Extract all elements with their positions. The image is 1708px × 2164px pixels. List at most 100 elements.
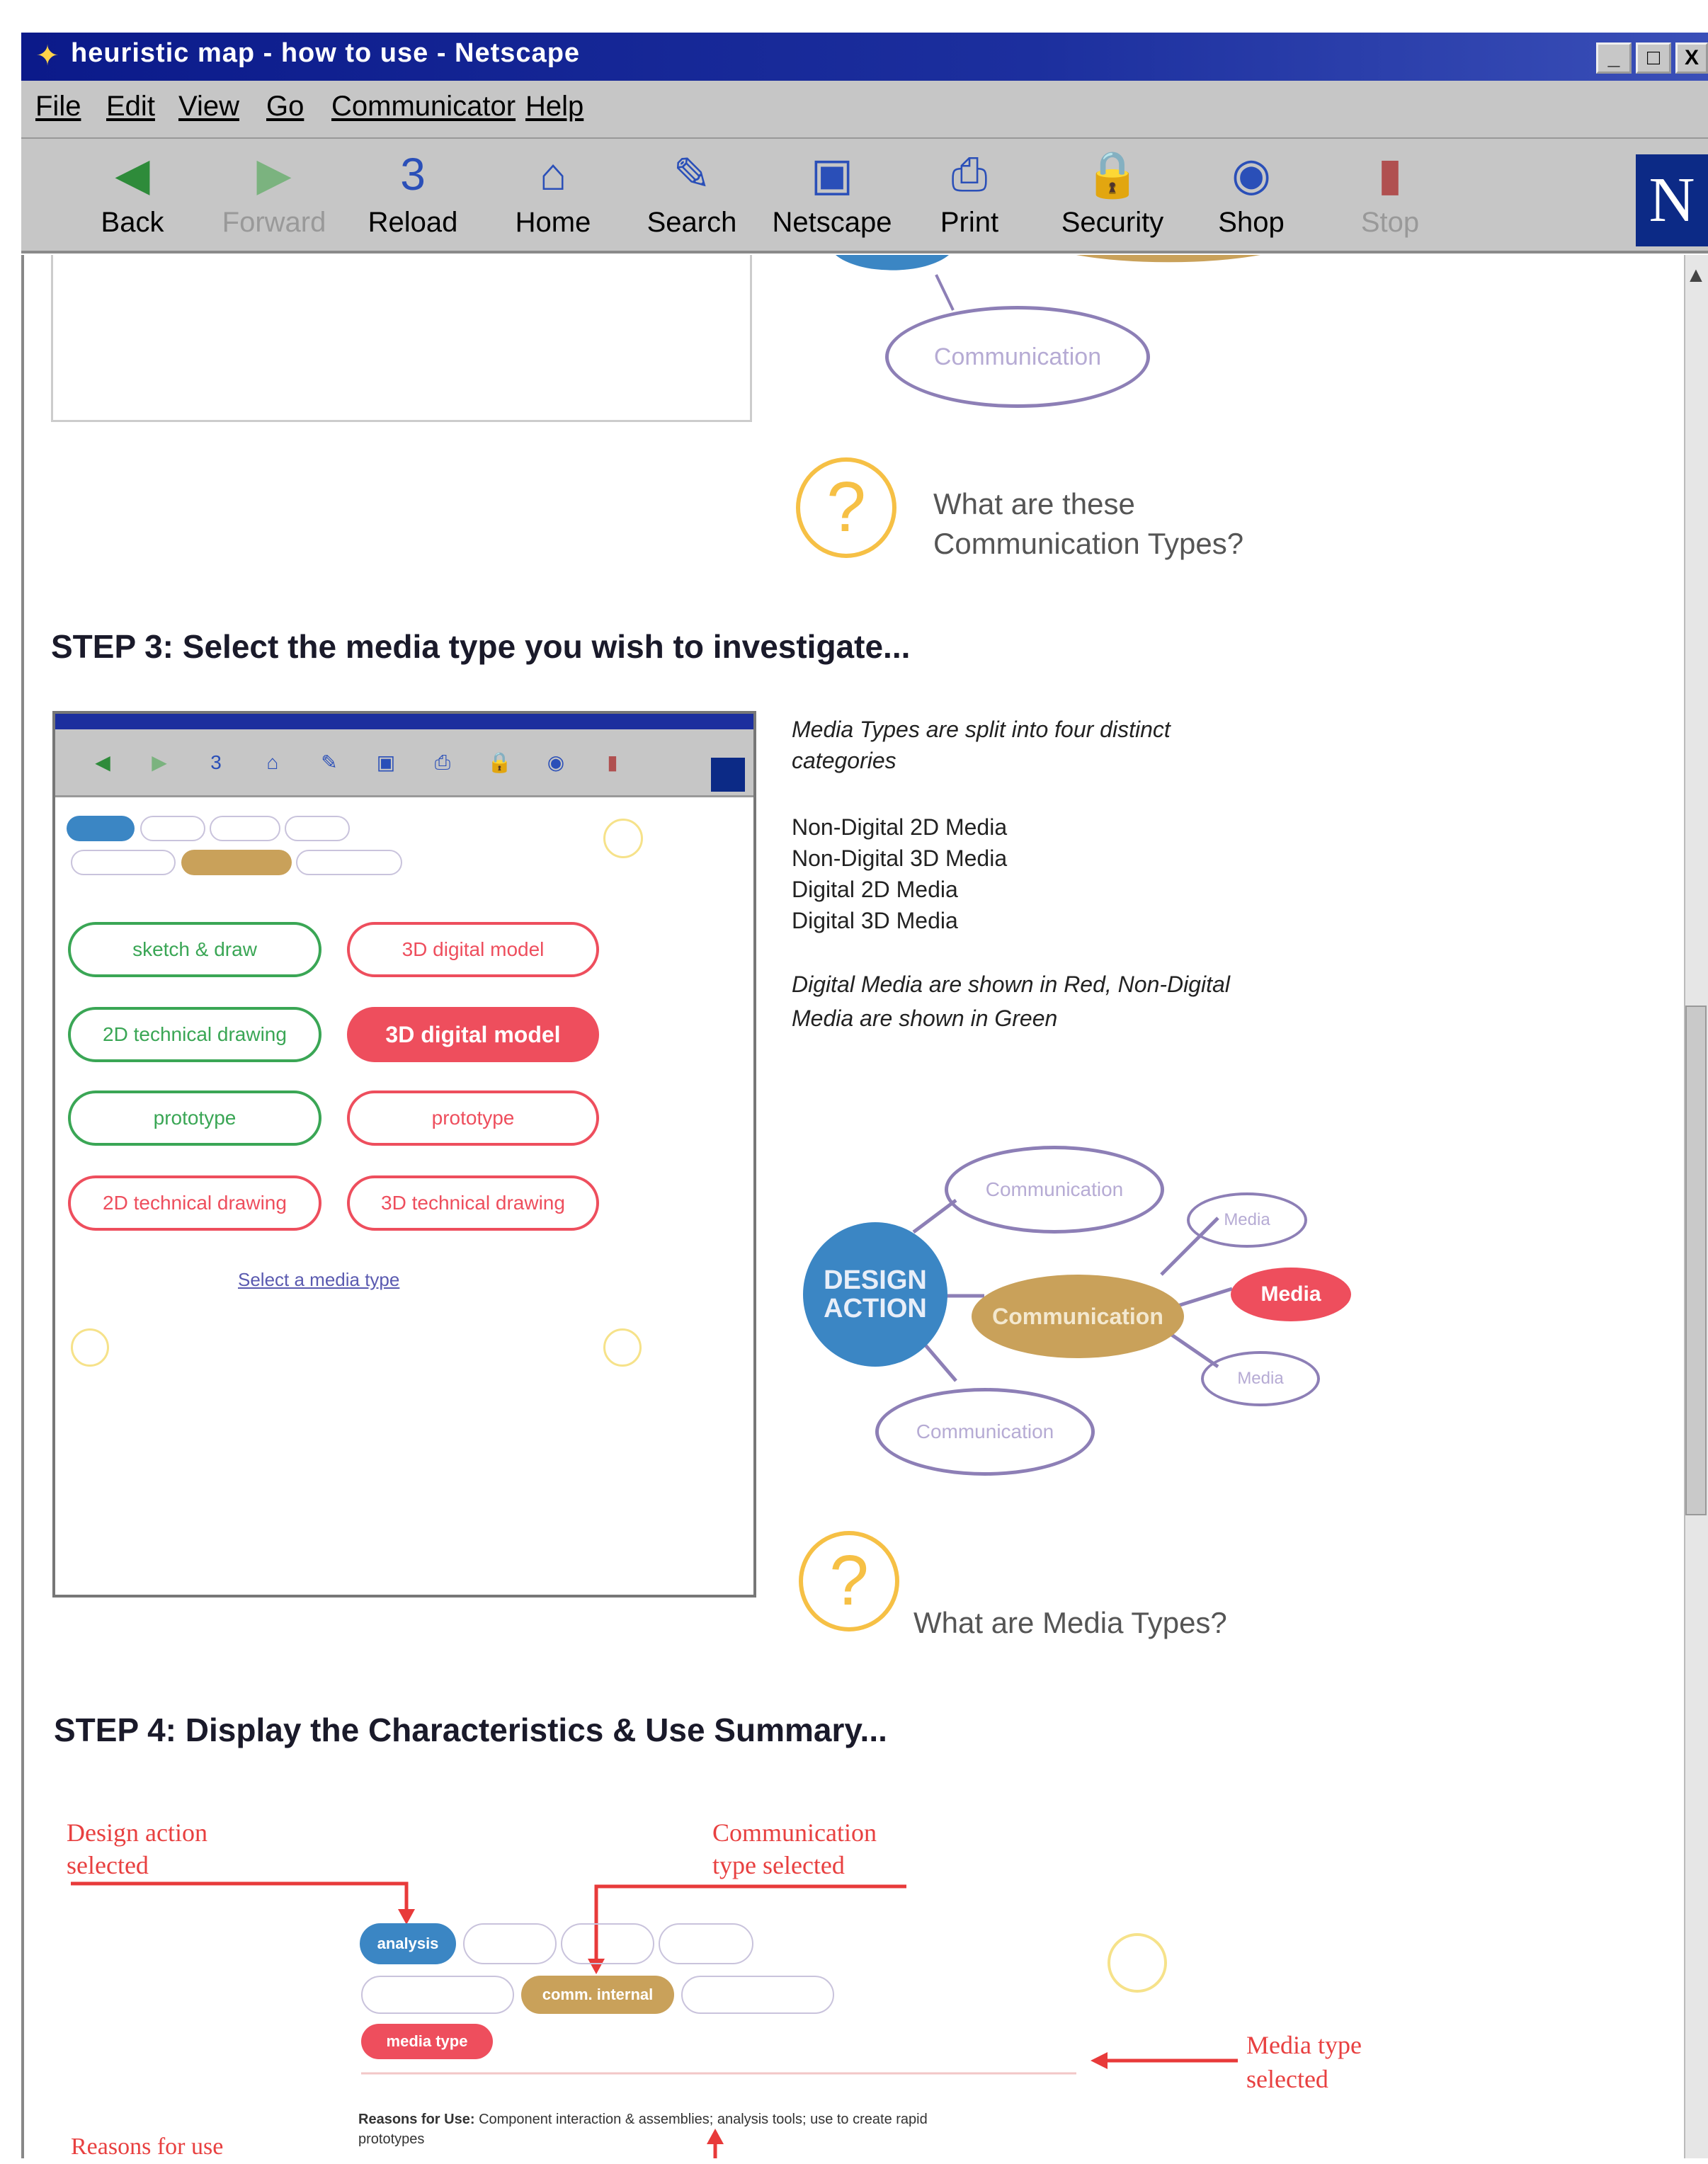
mini-pill-option bbox=[285, 816, 350, 841]
toolbar-button-label: Print bbox=[940, 207, 999, 238]
menu-help[interactable]: Help bbox=[525, 91, 583, 123]
question-text-line1: What are these bbox=[933, 487, 1135, 520]
netscape-icon: ▣ bbox=[810, 149, 854, 200]
maximize-button[interactable]: □ bbox=[1636, 42, 1671, 74]
design-action-option-pill bbox=[463, 1923, 557, 1964]
mini-pill-option bbox=[210, 816, 280, 841]
scroll-up-arrow-icon[interactable]: ▲ bbox=[1685, 263, 1707, 296]
reasons-text-line2: prototypes bbox=[358, 2131, 425, 2147]
media-types-description-1: Media Types are split into four distinct bbox=[792, 717, 1171, 742]
media-type-item: Digital 3D Media bbox=[792, 908, 958, 933]
shop-button[interactable]: ◉ Shop bbox=[1184, 146, 1319, 249]
media-selection-screenshot bbox=[52, 711, 756, 1598]
forward-button[interactable]: ▶ Forward bbox=[207, 146, 341, 249]
mini-netscape-logo bbox=[711, 758, 745, 792]
mini-back-icon bbox=[71, 1328, 109, 1367]
communication-node[interactable]: Communication bbox=[885, 306, 1150, 408]
toolbar-button-label: Security bbox=[1061, 207, 1164, 238]
diagram-media-selected: Media bbox=[1231, 1268, 1351, 1321]
mini-pill-design-action bbox=[67, 816, 135, 841]
media-button-2d-technical-drawing[interactable]: 2D technical drawing bbox=[68, 1007, 321, 1062]
mini-stop-icon: ▮ bbox=[607, 751, 618, 773]
search-button[interactable]: ✎ Search bbox=[625, 146, 759, 249]
design-action-line1: DESIGN bbox=[824, 1265, 927, 1295]
media-types-description-2: categories bbox=[792, 748, 896, 773]
menu-file[interactable]: File bbox=[35, 91, 81, 123]
diagram-communication-bottom: Communication bbox=[875, 1388, 1095, 1476]
security-button[interactable]: 🔒 Security bbox=[1045, 146, 1180, 249]
mini-pill-communication bbox=[181, 850, 292, 875]
connector-line bbox=[935, 274, 955, 311]
communication-option-pill bbox=[361, 1976, 514, 2014]
forward-arrow-icon: ▶ bbox=[256, 149, 292, 200]
media-types-help-icon[interactable]: ? bbox=[799, 1531, 899, 1631]
netscape-logo: N bbox=[1636, 154, 1708, 246]
design-action-line2: ACTION bbox=[824, 1294, 927, 1323]
reload-button[interactable]: 3 Reload bbox=[346, 146, 480, 249]
netscape-button[interactable]: ▣ Netscape bbox=[765, 146, 899, 249]
mini-help-icon bbox=[603, 1328, 642, 1367]
reasons-label: Reasons for Use: bbox=[358, 2112, 475, 2127]
window-title: heuristic map - how to use - Netscape bbox=[71, 38, 581, 68]
menu-go[interactable]: Go bbox=[266, 91, 304, 123]
question-text-line2: Communication Types? bbox=[933, 527, 1244, 560]
selected-media-type-pill: media type bbox=[361, 2024, 493, 2059]
toolbar-button-label: Shop bbox=[1218, 207, 1285, 238]
media-button-3d-technical-drawing[interactable]: 3D technical drawing bbox=[347, 1175, 599, 1231]
toolbar-button-label: Forward bbox=[222, 207, 326, 238]
previous-screenshot-frame bbox=[51, 255, 752, 422]
step4-help-icon bbox=[1108, 1933, 1167, 1993]
minimize-button[interactable]: _ bbox=[1596, 42, 1632, 74]
media-button-2d-technical-drawing-digital[interactable]: 2D technical drawing bbox=[68, 1175, 321, 1231]
select-media-type-link[interactable]: Select a media type bbox=[238, 1269, 399, 1291]
toolbar-button-label: Home bbox=[515, 207, 591, 238]
menu-communicator[interactable]: Communicator bbox=[331, 91, 516, 123]
toolbar-button-label: Search bbox=[647, 207, 737, 238]
communication-option-pill bbox=[681, 1976, 834, 2014]
toolbar-button-label: Back bbox=[101, 207, 164, 238]
menu-view[interactable]: View bbox=[178, 91, 239, 123]
toolbar-button-label: Stop bbox=[1360, 207, 1420, 238]
design-action-option-pill bbox=[659, 1923, 753, 1964]
media-color-note-2: Media are shown in Green bbox=[792, 1006, 1058, 1031]
step3-heading: STEP 3: Select the media type you wish t… bbox=[51, 628, 911, 665]
mini-print-icon: ⎙ bbox=[434, 751, 451, 773]
diagram-media-bottom: Media bbox=[1201, 1351, 1320, 1406]
search-icon: ✎ bbox=[673, 149, 711, 200]
diagram-communication-center: Communication bbox=[972, 1275, 1184, 1358]
shop-icon: ◉ bbox=[1231, 149, 1271, 200]
toolbar-button-label: Netscape bbox=[772, 207, 892, 238]
mini-back-arrow-icon: ◀ bbox=[95, 751, 110, 773]
toolbar-button-label: Reload bbox=[368, 207, 458, 238]
media-type-item: Digital 2D Media bbox=[792, 877, 958, 902]
media-button-prototype-digital[interactable]: prototype bbox=[347, 1090, 599, 1146]
design-action-option-pill bbox=[561, 1923, 654, 1964]
close-button[interactable]: X bbox=[1675, 42, 1708, 74]
print-button[interactable]: ⎙ Print bbox=[902, 146, 1037, 249]
mini-reload-icon: 3 bbox=[210, 751, 222, 773]
media-button-3d-digital-model[interactable]: 3D digital model bbox=[347, 922, 599, 977]
back-button[interactable]: ◀ Back bbox=[65, 146, 200, 249]
help-question-icon[interactable]: ? bbox=[796, 457, 896, 558]
stop-button[interactable]: ▮ Stop bbox=[1323, 146, 1457, 249]
media-button-3d-digital-model-selected[interactable]: 3D digital model bbox=[347, 1007, 599, 1062]
home-icon: ⌂ bbox=[539, 149, 567, 200]
mini-forward-arrow-icon: ▶ bbox=[152, 751, 167, 773]
diagram-media-top: Media bbox=[1187, 1192, 1307, 1248]
reasons-for-use-summary: Reasons for Use: Component interaction &… bbox=[358, 2112, 928, 2128]
media-type-item: Non-Digital 2D Media bbox=[792, 814, 1008, 840]
reasons-text: Component interaction & assemblies; anal… bbox=[479, 2112, 928, 2127]
back-arrow-icon: ◀ bbox=[115, 149, 150, 200]
menu-edit[interactable]: Edit bbox=[106, 91, 155, 123]
diagram-communication-top: Communication bbox=[945, 1146, 1164, 1234]
scrollbar-thumb[interactable] bbox=[1685, 1006, 1707, 1515]
mini-home-icon: ⌂ bbox=[266, 751, 279, 773]
mini-title-bar bbox=[55, 714, 753, 729]
media-button-sketch-draw[interactable]: sketch & draw bbox=[68, 922, 321, 977]
diagram-design-action-node: DESIGN ACTION bbox=[803, 1222, 947, 1367]
home-button[interactable]: ⌂ Home bbox=[486, 146, 620, 249]
mini-help-icon bbox=[603, 819, 643, 858]
media-button-prototype[interactable]: prototype bbox=[68, 1090, 321, 1146]
communication-node-fragment bbox=[1076, 255, 1260, 263]
label-design-action-1: Design action bbox=[67, 1818, 207, 1847]
